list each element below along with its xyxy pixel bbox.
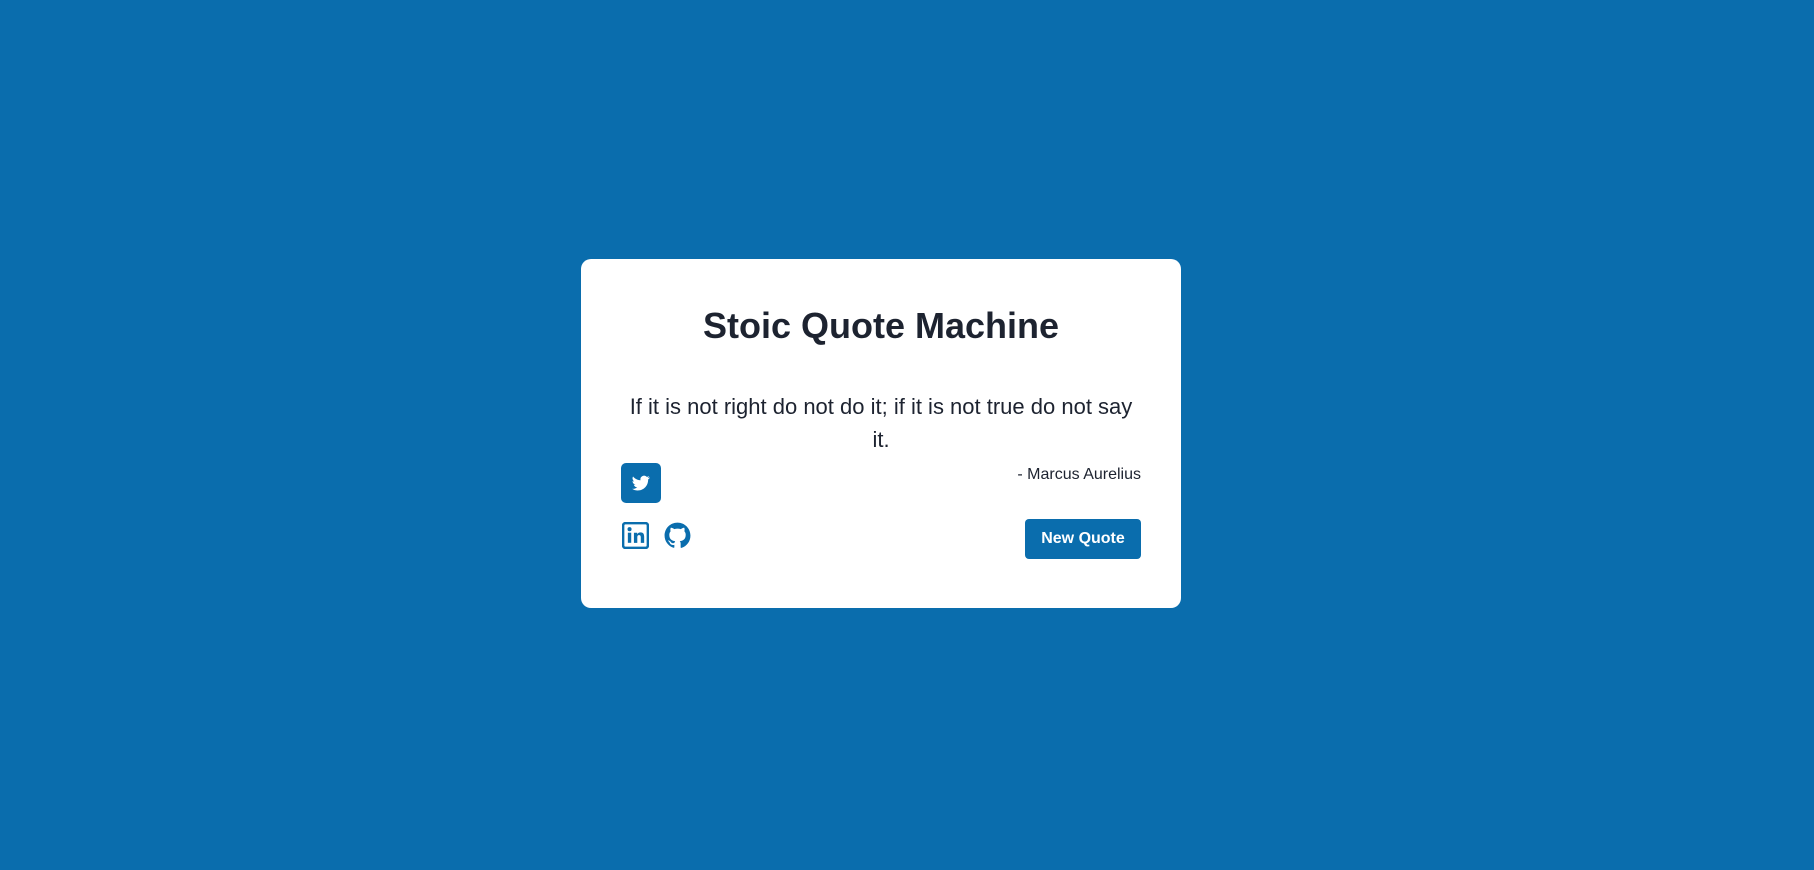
quote-box: Stoic Quote Machine If it is not right d…: [581, 259, 1181, 608]
new-quote-button[interactable]: New Quote: [1025, 519, 1141, 559]
linkedin-link[interactable]: [621, 521, 649, 549]
github-icon: [664, 522, 690, 548]
quote-text: If it is not right do not do it; if it i…: [629, 394, 1133, 452]
linkedin-icon: [621, 521, 649, 549]
quote-author: - Marcus Aurelius: [1017, 466, 1141, 483]
github-link[interactable]: [663, 521, 691, 549]
twitter-icon: [632, 475, 650, 491]
tweet-quote-button[interactable]: [621, 463, 661, 503]
page-title: Stoic Quote Machine: [702, 305, 1060, 346]
